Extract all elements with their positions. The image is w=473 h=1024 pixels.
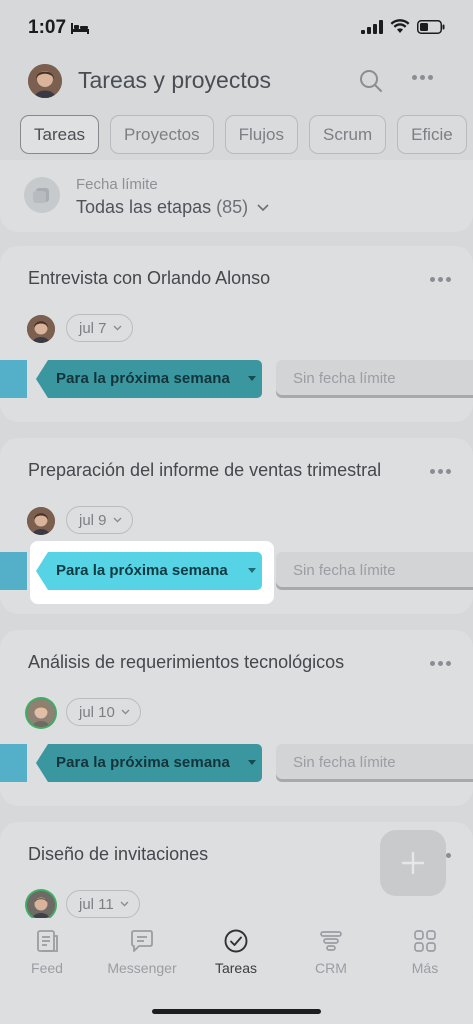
stage-selector-highlighted[interactable]: Para la próxima semana — [36, 552, 262, 590]
stage-selector[interactable]: Para la próxima semana — [36, 744, 262, 782]
nav-label: Feed — [31, 960, 63, 976]
tab-flujos[interactable]: Flujos — [224, 115, 298, 154]
add-task-button[interactable] — [380, 830, 446, 896]
date-chip-label: jul 9 — [79, 511, 107, 529]
deadline-date-chip[interactable]: jul 11 — [66, 890, 140, 918]
previous-stage-indicator[interactable] — [0, 744, 27, 782]
deadline-date-chip[interactable]: jul 10 — [66, 698, 141, 726]
dot — [430, 661, 435, 666]
nav-item-tareas[interactable]: Tareas — [189, 928, 283, 978]
feed-icon — [37, 930, 58, 952]
assignee-avatar[interactable] — [27, 507, 55, 535]
stage-label: Para la próxima semana — [56, 370, 230, 387]
battery-icon — [417, 19, 445, 34]
caret-down-icon — [248, 376, 256, 381]
dot — [446, 469, 451, 474]
page-title: Tareas y proyectos — [78, 67, 272, 93]
dot — [430, 469, 435, 474]
nav-label: CRM — [315, 960, 347, 976]
signal-icon — [361, 19, 383, 34]
filter-icon — [24, 177, 60, 213]
dot — [428, 75, 433, 80]
deadline-stage-label: Sin fecha límite — [293, 370, 396, 387]
chevron-down-icon — [121, 709, 130, 715]
task-title[interactable]: Análisis de requerimientos tecnológicos — [28, 652, 344, 673]
header: Tareas y proyectos — [0, 56, 473, 106]
wifi-icon — [390, 19, 410, 33]
stage-label: Para la próxima semana — [56, 562, 228, 579]
filter-label: Fecha límite — [76, 176, 158, 193]
task-card[interactable]: Entrevista con Orlando Alonso jul 7 Para… — [0, 246, 473, 422]
task-title[interactable]: Entrevista con Orlando Alonso — [28, 268, 270, 289]
more-icon[interactable] — [412, 75, 433, 80]
dot — [446, 853, 451, 858]
task-title[interactable]: Preparación del informe de ventas trimes… — [28, 460, 381, 481]
more-icon[interactable] — [430, 277, 451, 282]
nav-label: Messenger — [107, 960, 177, 976]
tab-eficiencia[interactable]: Eficie — [397, 115, 467, 154]
status-time: 1:07 — [28, 17, 67, 38]
dot — [438, 277, 443, 282]
chevron-down-icon — [257, 204, 269, 212]
nav-label: Más — [411, 960, 439, 976]
chat-icon — [131, 930, 153, 952]
tab-tareas[interactable]: Tareas — [20, 115, 100, 154]
date-chip-label: jul 11 — [79, 895, 114, 913]
tab-scrum[interactable]: Scrum — [308, 115, 387, 154]
filter-value-text: Todas las etapas — [76, 197, 212, 217]
stage-selector[interactable]: Para la próxima semana — [36, 360, 262, 398]
status-bar: 1:07 — [0, 0, 473, 56]
chevron-down-icon — [120, 901, 129, 907]
dot — [438, 469, 443, 474]
assignee-avatar[interactable] — [27, 315, 55, 343]
task-title[interactable]: Diseño de invitaciones — [28, 844, 208, 865]
previous-stage-indicator[interactable] — [0, 552, 27, 590]
chevron-down-icon — [113, 325, 122, 331]
more-icon[interactable] — [430, 469, 451, 474]
tab-proyectos[interactable]: Proyectos — [110, 115, 214, 154]
assignee-avatar[interactable] — [27, 699, 55, 727]
nav-item-feed[interactable]: Feed — [0, 928, 94, 978]
caret-down-icon — [248, 760, 256, 765]
status-icons — [361, 19, 445, 34]
plus-icon — [401, 851, 425, 875]
dot — [446, 277, 451, 282]
bed-icon — [71, 23, 89, 34]
search-icon[interactable] — [358, 68, 384, 94]
filter-selector[interactable]: Fecha límite Todas las etapas (85) — [0, 160, 473, 232]
nav-item-mas[interactable]: Más — [378, 928, 472, 978]
date-chip-label: jul 10 — [79, 703, 115, 721]
deadline-stage-label: Sin fecha límite — [293, 754, 396, 771]
dot — [438, 661, 443, 666]
previous-stage-indicator[interactable] — [0, 360, 27, 398]
stage-label: Para la próxima semana — [56, 754, 230, 771]
dot — [446, 661, 451, 666]
check-circle-icon — [224, 929, 248, 953]
deadline-stage[interactable]: Sin fecha límite — [276, 360, 473, 398]
caret-down-icon — [248, 568, 256, 573]
date-chip-label: jul 7 — [79, 319, 107, 337]
more-icon[interactable] — [430, 661, 451, 666]
deadline-date-chip[interactable]: jul 9 — [66, 506, 133, 534]
filter-value[interactable]: Todas las etapas (85) — [76, 197, 269, 218]
dot — [430, 277, 435, 282]
tab-bar: Tareas Proyectos Flujos Scrum Eficie — [20, 115, 467, 155]
deadline-stage[interactable]: Sin fecha límite — [276, 744, 473, 782]
assignee-avatar[interactable] — [27, 891, 55, 919]
nav-item-crm[interactable]: CRM — [284, 928, 378, 978]
deadline-stage-label: Sin fecha límite — [293, 562, 396, 579]
deadline-date-chip[interactable]: jul 7 — [66, 314, 133, 342]
user-avatar[interactable] — [28, 64, 62, 98]
deadline-stage[interactable]: Sin fecha límite — [276, 552, 473, 590]
task-card[interactable]: Análisis de requerimientos tecnológicos … — [0, 630, 473, 806]
filter-count: (85) — [216, 197, 249, 217]
crm-funnel-icon — [320, 931, 342, 951]
grid-icon — [414, 930, 436, 952]
nav-label: Tareas — [214, 960, 258, 976]
home-indicator — [152, 1009, 321, 1014]
dot — [412, 75, 417, 80]
nav-item-messenger[interactable]: Messenger — [95, 928, 189, 978]
dot — [420, 75, 425, 80]
chevron-down-icon — [113, 517, 122, 523]
